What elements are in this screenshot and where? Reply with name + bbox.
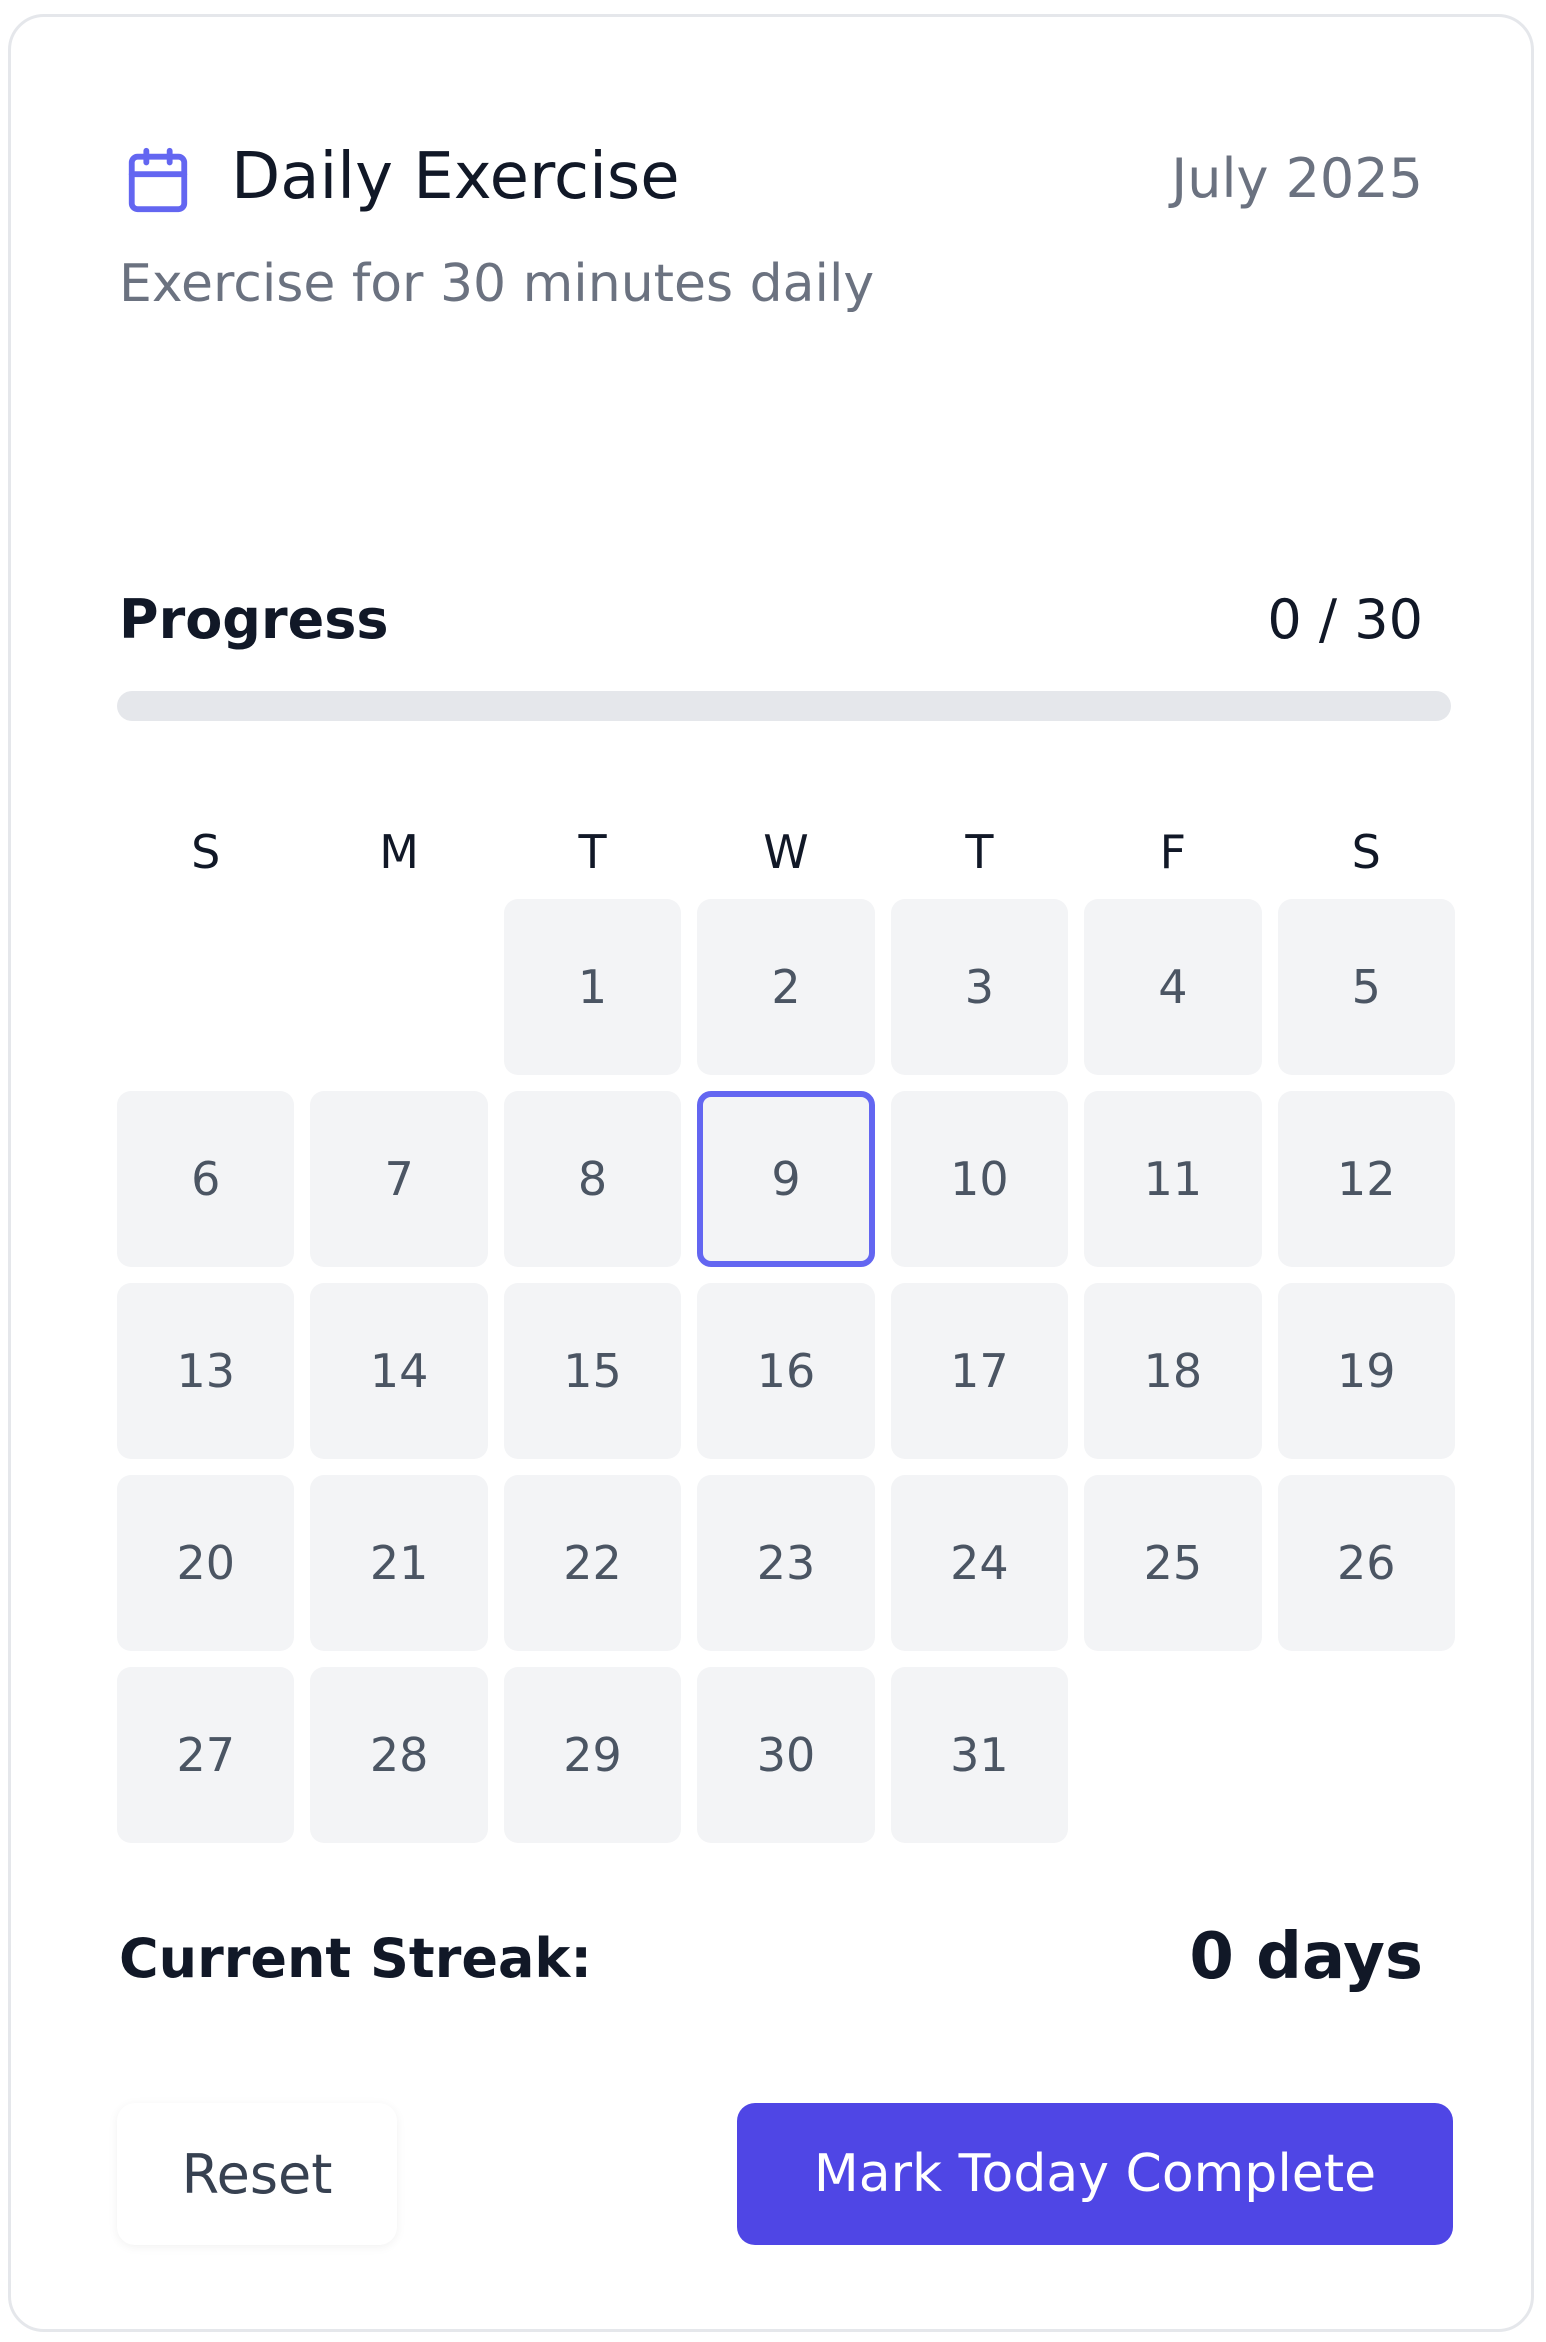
calendar-icon bbox=[128, 147, 188, 213]
mark-today-complete-button[interactable]: Mark Today Complete bbox=[737, 2103, 1453, 2245]
calendar-day[interactable]: 30 bbox=[697, 1667, 875, 1843]
calendar-day-today[interactable]: 9 bbox=[697, 1091, 875, 1267]
calendar-day[interactable]: 14 bbox=[310, 1283, 488, 1459]
weekday-label: F bbox=[1159, 825, 1187, 879]
progress-bar bbox=[117, 691, 1451, 721]
calendar-day[interactable]: 8 bbox=[503, 1091, 682, 1267]
calendar-day[interactable]: 12 bbox=[1277, 1091, 1455, 1267]
weekday-label: T bbox=[965, 825, 994, 879]
calendar-day[interactable]: 25 bbox=[1084, 1475, 1262, 1651]
weekday-header: SMTWTFS bbox=[117, 817, 1455, 887]
calendar-day[interactable]: 20 bbox=[117, 1475, 295, 1651]
calendar-blank-cell bbox=[310, 899, 487, 1075]
weekday-label: S bbox=[191, 825, 221, 879]
weekday-label: W bbox=[763, 825, 809, 879]
calendar-day[interactable]: 28 bbox=[310, 1667, 488, 1843]
progress-count: 0 / 30 bbox=[1267, 588, 1423, 651]
habit-card: Daily Exercise July 2025 Exercise for 30… bbox=[8, 14, 1534, 2332]
calendar-day[interactable]: 31 bbox=[890, 1667, 1069, 1843]
calendar-day[interactable]: 7 bbox=[310, 1091, 488, 1267]
habit-title: Daily Exercise bbox=[231, 140, 680, 214]
calendar-day[interactable]: 27 bbox=[117, 1667, 295, 1843]
progress-label: Progress bbox=[119, 588, 389, 651]
calendar-day[interactable]: 5 bbox=[1277, 899, 1455, 1075]
calendar-day[interactable]: 24 bbox=[890, 1475, 1069, 1651]
weekday-label: M bbox=[379, 825, 419, 879]
calendar-day[interactable]: 19 bbox=[1277, 1283, 1455, 1459]
reset-button[interactable]: Reset bbox=[117, 2103, 397, 2245]
calendar-day[interactable]: 1 bbox=[503, 899, 682, 1075]
calendar-day[interactable]: 4 bbox=[1084, 899, 1262, 1075]
calendar-day[interactable]: 10 bbox=[890, 1091, 1069, 1267]
calendar-day[interactable]: 15 bbox=[503, 1283, 682, 1459]
calendar-day[interactable]: 18 bbox=[1084, 1283, 1262, 1459]
calendar-day[interactable]: 16 bbox=[697, 1283, 875, 1459]
calendar-day[interactable]: 26 bbox=[1277, 1475, 1455, 1651]
weekday-label: T bbox=[578, 825, 607, 879]
calendar-day[interactable]: 2 bbox=[697, 899, 875, 1075]
calendar-day[interactable]: 23 bbox=[697, 1475, 875, 1651]
calendar-day[interactable]: 13 bbox=[117, 1283, 295, 1459]
calendar-day[interactable]: 3 bbox=[890, 899, 1069, 1075]
calendar-grid: 1 2 3 4 5 6 7 8 9 10 11 12 13 14 15 16 17 18 19 20 21 22 23 24 2… bbox=[117, 899, 1455, 1843]
streak-value: 0 days bbox=[1189, 1920, 1423, 1994]
calendar-day[interactable]: 29 bbox=[503, 1667, 682, 1843]
calendar-day[interactable]: 6 bbox=[117, 1091, 295, 1267]
calendar-day[interactable]: 21 bbox=[310, 1475, 488, 1651]
streak-label: Current Streak: bbox=[119, 1927, 592, 1990]
calendar-day[interactable]: 11 bbox=[1084, 1091, 1262, 1267]
habit-description: Exercise for 30 minutes daily bbox=[119, 254, 875, 314]
month-label: July 2025 bbox=[1171, 147, 1423, 210]
calendar-day[interactable]: 17 bbox=[890, 1283, 1069, 1459]
calendar-day[interactable]: 22 bbox=[503, 1475, 682, 1651]
calendar-blank-cell bbox=[117, 899, 294, 1075]
weekday-label: S bbox=[1351, 825, 1381, 879]
